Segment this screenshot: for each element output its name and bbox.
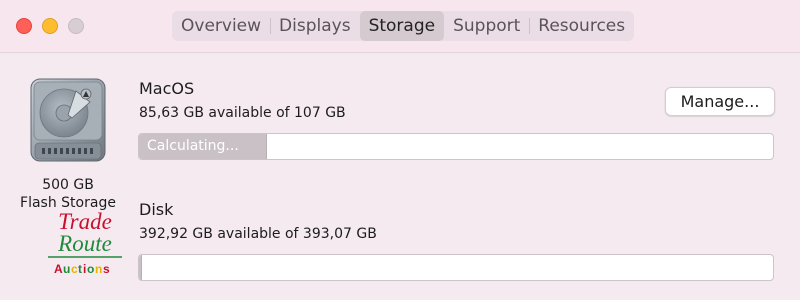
drive-capacity: 500 GB xyxy=(42,177,94,193)
storage-bar-fill xyxy=(139,255,142,280)
svg-text:Route: Route xyxy=(57,231,112,256)
tab-storage[interactable]: Storage xyxy=(359,11,445,41)
svg-text:s: s xyxy=(103,262,110,276)
zoom-window-button[interactable] xyxy=(68,18,84,34)
svg-text:i: i xyxy=(83,262,86,276)
svg-text:A: A xyxy=(54,262,63,276)
volume-name-macos: MacOS xyxy=(139,79,195,98)
manage-button[interactable]: Manage... xyxy=(665,87,775,116)
tab-displays[interactable]: Displays xyxy=(270,11,360,41)
tab-bar: Overview Displays Storage Support Resour… xyxy=(172,11,635,41)
storage-bar-disk xyxy=(138,254,774,281)
title-bar: Overview Displays Storage Support Resour… xyxy=(0,0,800,53)
tab-support[interactable]: Support xyxy=(444,11,529,41)
svg-text:u: u xyxy=(63,262,70,276)
tab-overview[interactable]: Overview xyxy=(172,11,270,41)
tab-resources[interactable]: Resources xyxy=(529,11,634,41)
close-window-button[interactable] xyxy=(16,18,32,34)
storage-bar-macos: Calculating... xyxy=(138,133,774,160)
volume-name-disk: Disk xyxy=(139,200,174,219)
storage-bar-status: Calculating... xyxy=(147,138,239,154)
hard-drive-icon xyxy=(30,78,106,162)
svg-text:t: t xyxy=(78,262,82,276)
svg-text:c: c xyxy=(71,262,78,276)
volume-available-disk: 392,92 GB available of 393,07 GB xyxy=(139,226,377,242)
minimize-window-button[interactable] xyxy=(42,18,58,34)
svg-text:n: n xyxy=(95,262,102,276)
svg-text:o: o xyxy=(87,262,94,276)
trade-route-auctions-logo: Trade Route A u c t i o n s xyxy=(44,207,126,279)
volume-available-macos: 85,63 GB available of 107 GB xyxy=(139,105,346,121)
